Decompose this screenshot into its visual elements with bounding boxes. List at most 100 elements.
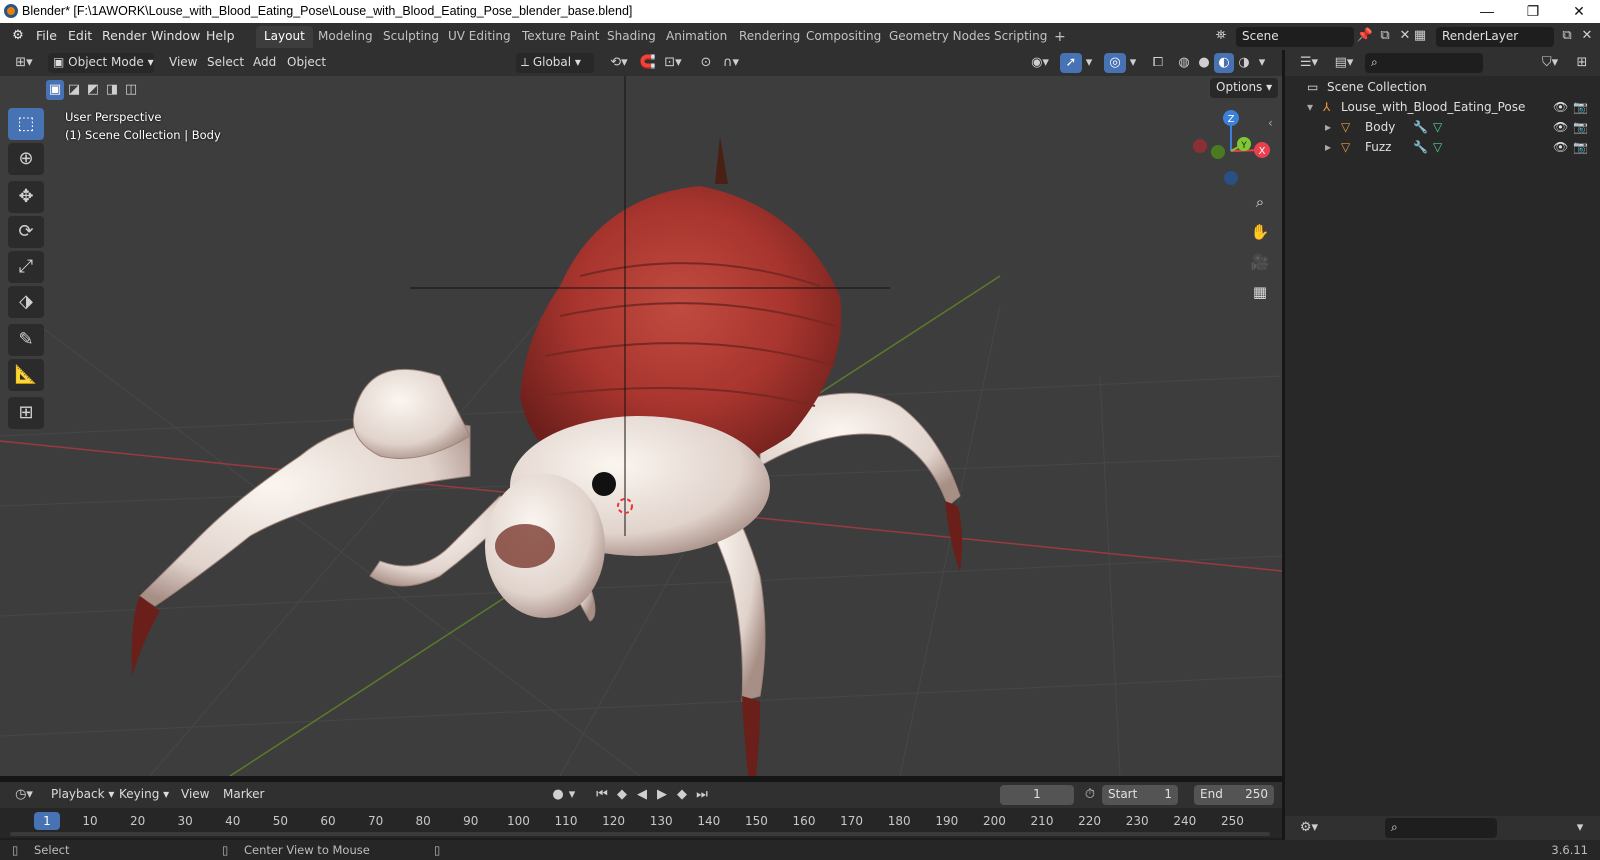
editor-type-icon[interactable]: ⊞▾ bbox=[8, 53, 40, 73]
xray-toggle-icon[interactable]: ⧠ bbox=[1148, 53, 1168, 73]
zoom-icon[interactable]: ⌕ bbox=[1246, 188, 1274, 216]
tab-animation[interactable]: Animation bbox=[658, 26, 735, 48]
tab-rendering[interactable]: Rendering bbox=[731, 26, 808, 48]
delete-view-layer-icon[interactable]: ✕ bbox=[1578, 26, 1596, 46]
scene-selector-icon[interactable]: ⛯ bbox=[1208, 26, 1234, 46]
render-camera-icon[interactable]: 📷 bbox=[1573, 120, 1588, 134]
end-frame-field[interactable]: End 250 bbox=[1194, 785, 1274, 805]
3d-viewport[interactable]: ⬚ ⊕ ✥ ⟳ ⤢ ⬗ ✎ 📐 ⊞ ▣ ◪ ◩ ◨ ◫ User Perspec… bbox=[0, 76, 1282, 776]
play-icon[interactable]: ▶ bbox=[652, 785, 672, 805]
record-dropdown-icon[interactable]: ▾ bbox=[566, 785, 578, 805]
wireframe-shading-icon[interactable]: ◍ bbox=[1174, 53, 1194, 73]
tab-layout[interactable]: Layout bbox=[256, 26, 313, 48]
overlay-toggle-icon[interactable]: ◎ bbox=[1104, 53, 1126, 73]
modifier-wrench-icon[interactable]: 🔧 bbox=[1413, 120, 1428, 134]
tab-texture-paint[interactable]: Texture Paint bbox=[514, 26, 607, 48]
menu-object[interactable]: Object bbox=[282, 53, 331, 73]
gizmo-dropdown-icon[interactable]: ▾ bbox=[1082, 53, 1096, 73]
solid-shading-icon[interactable]: ● bbox=[1194, 53, 1214, 73]
jump-keyframe-forward-icon[interactable]: ◆ bbox=[672, 785, 692, 805]
expand-arrow-icon[interactable]: ▸ bbox=[1325, 120, 1331, 134]
marker-menu[interactable]: Marker bbox=[218, 785, 269, 805]
expand-arrow-icon[interactable]: ▾ bbox=[1307, 100, 1313, 114]
camera-view-icon[interactable]: 🎥 bbox=[1246, 248, 1274, 276]
timeline-view-menu[interactable]: View bbox=[176, 785, 214, 805]
display-mode-icon[interactable]: ▤▾ bbox=[1329, 53, 1359, 73]
stopwatch-icon[interactable]: ⏱ bbox=[1080, 785, 1100, 805]
visibility-eye-icon[interactable]: 👁 bbox=[1553, 100, 1568, 114]
scale-tool-icon[interactable]: ⤢ bbox=[8, 251, 44, 283]
view-layer-icon[interactable]: ▦ bbox=[1406, 26, 1434, 46]
cursor-tool-icon[interactable]: ⊕ bbox=[8, 143, 44, 175]
properties-editor-type-icon[interactable]: ⚙▾ bbox=[1293, 818, 1325, 838]
jump-start-icon[interactable]: ⏮ bbox=[592, 785, 612, 805]
shading-dropdown-icon[interactable]: ▾ bbox=[1254, 53, 1270, 73]
select-extend-icon[interactable]: ◪ bbox=[65, 80, 83, 100]
outliner-root-row[interactable]: ▭ Scene Collection bbox=[1285, 80, 1600, 100]
gizmo-toggle-icon[interactable]: ➚ bbox=[1060, 53, 1082, 73]
menu-window[interactable]: Window bbox=[151, 28, 200, 43]
timeline-scrollbar[interactable] bbox=[10, 832, 1270, 836]
menu-add[interactable]: Add bbox=[248, 53, 281, 73]
menu-help[interactable]: Help bbox=[206, 28, 235, 43]
current-frame-field[interactable]: 1 bbox=[1000, 785, 1074, 805]
filter-icon[interactable]: ⛉▾ bbox=[1535, 53, 1565, 73]
add-workspace-button[interactable]: + bbox=[1046, 26, 1074, 48]
new-collection-icon[interactable]: ⊞ bbox=[1571, 53, 1593, 73]
select-box-tool-icon[interactable]: ⬚ bbox=[8, 108, 44, 140]
options-dropdown[interactable]: Options ▾ bbox=[1210, 78, 1278, 98]
add-cube-tool-icon[interactable]: ⊞ bbox=[8, 397, 44, 429]
snap-icon[interactable]: 🧲 bbox=[638, 53, 658, 73]
minimize-button[interactable]: — bbox=[1464, 0, 1510, 23]
mesh-data-icon[interactable]: ▽ bbox=[1433, 120, 1442, 134]
tab-geometry-nodes[interactable]: Geometry Nodes bbox=[881, 26, 998, 48]
menu-edit[interactable]: Edit bbox=[68, 28, 92, 43]
outliner-row-louse[interactable]: ▾ ⅄ Louse_with_Blood_Eating_Pose 👁 📷 bbox=[1285, 100, 1600, 120]
transform-orientation-dropdown[interactable]: ⟂ Global ▾ bbox=[516, 53, 594, 73]
jump-keyframe-back-icon[interactable]: ◆ bbox=[612, 785, 632, 805]
scene-name-field[interactable]: Scene bbox=[1236, 27, 1354, 47]
select-invert-icon[interactable]: ◨ bbox=[103, 80, 121, 100]
render-camera-icon[interactable]: 📷 bbox=[1573, 140, 1588, 154]
properties-options-icon[interactable]: ▾ bbox=[1571, 818, 1589, 838]
outliner-editor-type-icon[interactable]: ☰▾ bbox=[1293, 53, 1325, 73]
tab-compositing[interactable]: Compositing bbox=[798, 26, 889, 48]
menu-render[interactable]: Render bbox=[102, 28, 147, 43]
sidebar-toggle-icon[interactable]: ‹ bbox=[1268, 116, 1273, 130]
rendered-shading-icon[interactable]: ◑ bbox=[1234, 53, 1254, 73]
tab-modeling[interactable]: Modeling bbox=[310, 26, 381, 48]
outliner-search-input[interactable]: ⌕ bbox=[1365, 53, 1483, 73]
blender-menu-icon[interactable]: ⚙ bbox=[8, 26, 28, 46]
timeline-editor-type-icon[interactable]: ◷▾ bbox=[8, 785, 40, 805]
render-layer-field[interactable]: RenderLayer bbox=[1436, 27, 1554, 47]
new-scene-icon[interactable]: ⧉ bbox=[1376, 26, 1394, 46]
transform-tool-icon[interactable]: ⬗ bbox=[8, 286, 44, 318]
navigation-gizmo[interactable]: Z X Y bbox=[1186, 106, 1276, 196]
menu-file[interactable]: File bbox=[36, 28, 57, 43]
rotate-tool-icon[interactable]: ⟳ bbox=[8, 216, 44, 248]
maximize-button[interactable]: ❐ bbox=[1510, 0, 1556, 23]
new-view-layer-icon[interactable]: ⧉ bbox=[1558, 26, 1576, 46]
select-subtract-icon[interactable]: ◩ bbox=[84, 80, 102, 100]
visibility-eye-icon[interactable]: 👁 bbox=[1553, 140, 1568, 154]
modifier-wrench-icon[interactable]: 🔧 bbox=[1413, 140, 1428, 154]
tab-scripting[interactable]: Scripting bbox=[986, 26, 1055, 48]
pivot-point-icon[interactable]: ⟲▾ bbox=[602, 53, 636, 73]
play-reverse-icon[interactable]: ◀ bbox=[632, 785, 652, 805]
object-mode-dropdown[interactable]: ▣ Object Mode ▾ bbox=[48, 53, 154, 73]
render-camera-icon[interactable]: 📷 bbox=[1573, 100, 1588, 114]
orthographic-toggle-icon[interactable]: ▦ bbox=[1246, 278, 1274, 306]
outliner-row-body[interactable]: ▸ ▽ Body 🔧 ▽ 👁 📷 bbox=[1285, 120, 1600, 140]
jump-end-icon[interactable]: ⏭ bbox=[692, 785, 712, 805]
start-frame-field[interactable]: Start 1 bbox=[1102, 785, 1178, 805]
pan-hand-icon[interactable]: ✋ bbox=[1246, 218, 1274, 246]
annotate-tool-icon[interactable]: ✎ bbox=[8, 324, 44, 356]
move-tool-icon[interactable]: ✥ bbox=[8, 181, 44, 213]
close-button[interactable]: ✕ bbox=[1556, 0, 1600, 23]
properties-search-input[interactable]: ⌕ bbox=[1385, 818, 1497, 838]
measure-tool-icon[interactable]: 📐 bbox=[8, 359, 44, 391]
keying-menu[interactable]: Keying ▾ bbox=[114, 785, 174, 805]
tab-uv-editing[interactable]: UV Editing bbox=[440, 26, 519, 48]
proportional-edit-icon[interactable]: ⊙ bbox=[696, 53, 716, 73]
frame-cursor[interactable]: 1 bbox=[34, 812, 60, 830]
